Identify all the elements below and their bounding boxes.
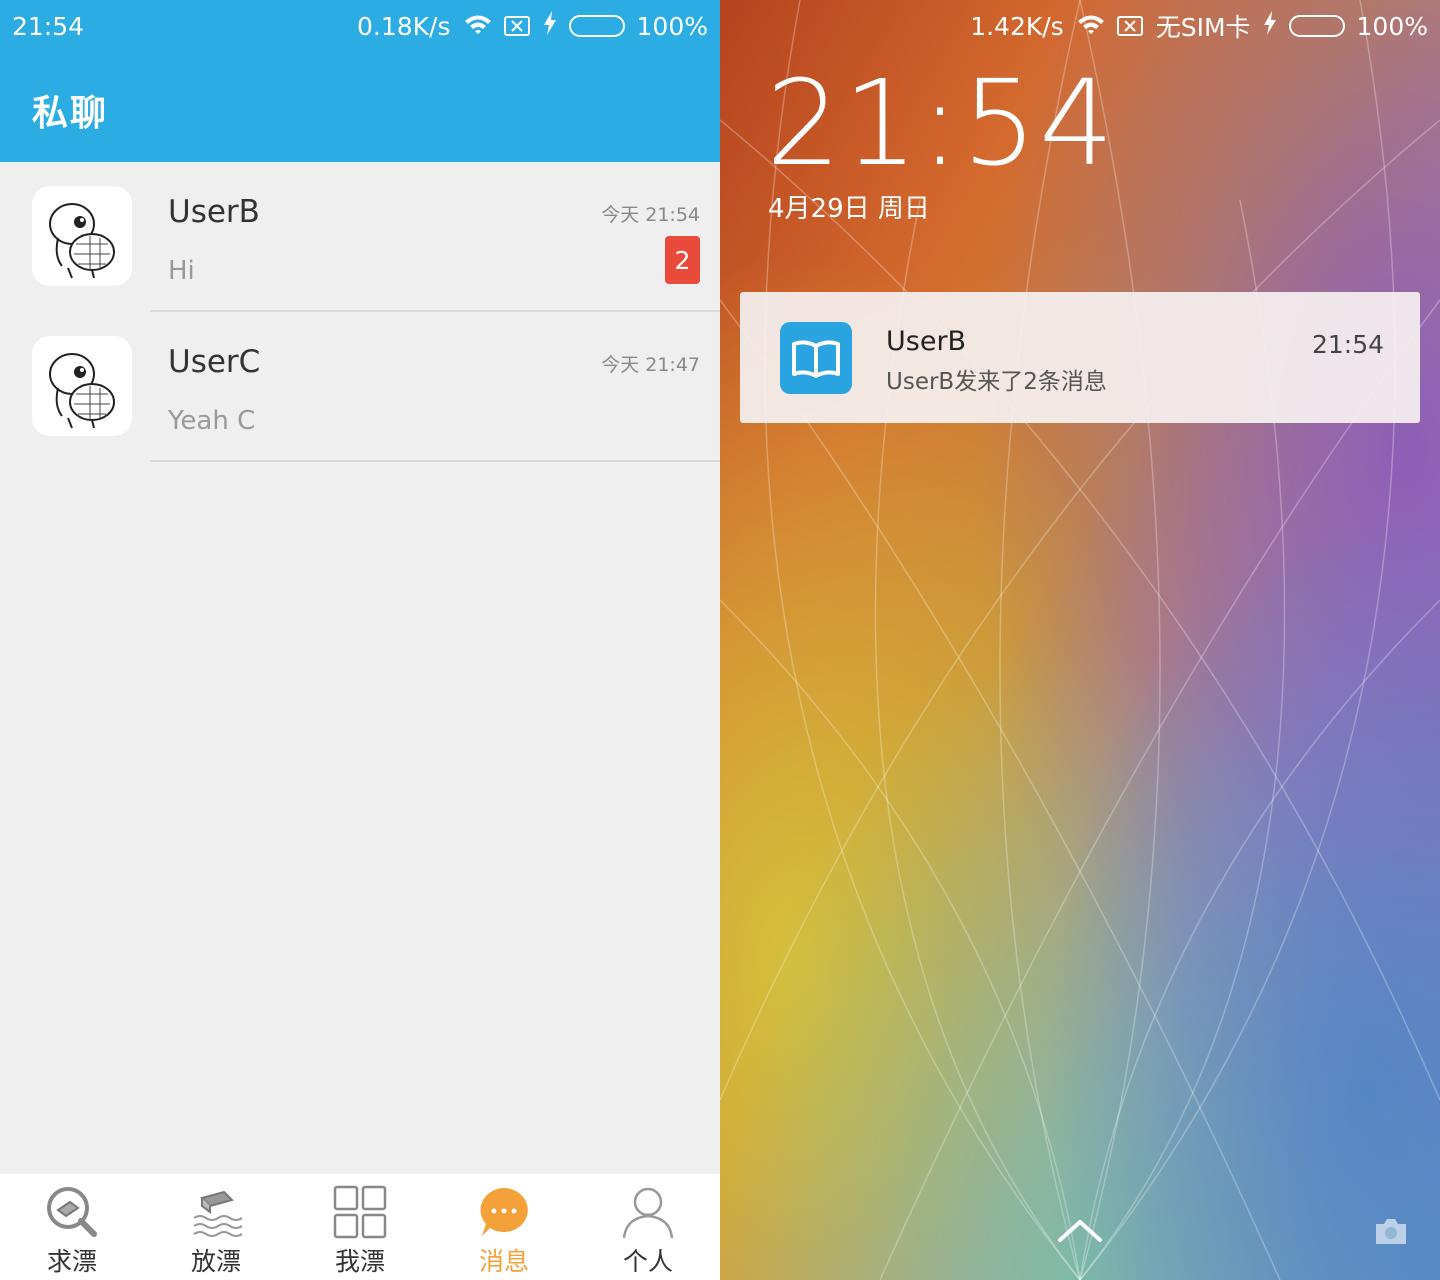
- divider: [150, 460, 720, 462]
- battery-percent: 100%: [636, 11, 708, 41]
- tab-label: 求漂: [46, 1247, 97, 1276]
- notification-card[interactable]: UserB UserB发来了2条消息 21:54: [740, 292, 1420, 423]
- network-speed: 0.18K/s: [357, 11, 451, 41]
- battery-icon: [568, 15, 625, 37]
- chat-bubble-icon: [476, 1184, 532, 1240]
- chat-timestamp: 今天 21:47: [601, 354, 700, 376]
- page-title: 私聊: [32, 93, 109, 134]
- notification-title: UserB: [886, 326, 967, 357]
- sim-status: 无SIM卡: [1155, 13, 1251, 42]
- notification-text: UserB发来了2条消息: [886, 369, 1107, 395]
- tab-release[interactable]: 放漂: [144, 1174, 288, 1280]
- chevron-up-icon[interactable]: [1058, 1216, 1102, 1244]
- chat-name: UserB: [168, 194, 260, 230]
- avatar: [32, 186, 132, 286]
- wifi-icon: [1076, 12, 1104, 40]
- chat-item-userc[interactable]: UserC Yeah C 今天 21:47: [0, 312, 720, 462]
- tab-label: 消息: [478, 1247, 529, 1276]
- chat-list: UserB Hi 今天 21:54 2 UserC Yeah C 今天 21:4…: [0, 162, 720, 462]
- no-sim-icon: [1116, 12, 1144, 40]
- lock-screen: 1.42K/s 无SIM卡 100% 21:54 4月29日 周日 UserB …: [720, 0, 1440, 1280]
- charging-icon: [543, 11, 557, 41]
- tab-mine[interactable]: 我漂: [288, 1174, 432, 1280]
- network-speed: 1.42K/s: [970, 11, 1064, 41]
- chat-preview: Hi: [168, 256, 195, 286]
- status-time: 21:54: [12, 11, 85, 41]
- grid-icon: [332, 1184, 388, 1240]
- unread-badge: 2: [665, 236, 700, 284]
- chat-list-screen: 私聊 21:54 0.18K/s 100% UserB Hi 今天 21:54 …: [0, 0, 720, 1280]
- chat-timestamp: 今天 21:54: [601, 204, 700, 226]
- avatar: [32, 336, 132, 436]
- chat-item-userb[interactable]: UserB Hi 今天 21:54 2: [0, 162, 720, 312]
- chat-preview: Yeah C: [168, 406, 256, 436]
- bottom-tab-bar: 求漂 放漂 我漂 消息 个人: [0, 1174, 720, 1280]
- search-book-icon: [44, 1184, 100, 1240]
- charging-icon: [1263, 11, 1277, 41]
- book-icon: [780, 322, 852, 394]
- tab-label: 我漂: [334, 1247, 385, 1276]
- wifi-icon: [463, 12, 491, 40]
- lock-clock: 21:54: [766, 54, 1117, 192]
- lock-date: 4月29日 周日: [768, 194, 930, 224]
- float-book-icon: [188, 1184, 244, 1240]
- turtle-avatar-icon: [49, 203, 115, 279]
- chat-name: UserC: [168, 344, 261, 380]
- notification-time: 21:54: [1311, 330, 1384, 359]
- no-sim-icon: [503, 12, 531, 40]
- tab-profile[interactable]: 个人: [576, 1174, 720, 1280]
- person-icon: [620, 1184, 676, 1240]
- battery-icon: [1288, 15, 1345, 37]
- tab-seek[interactable]: 求漂: [0, 1174, 144, 1280]
- tab-messages[interactable]: 消息: [432, 1174, 576, 1280]
- battery-percent: 100%: [1356, 11, 1428, 41]
- turtle-avatar-icon: [49, 353, 115, 429]
- tab-label: 放漂: [190, 1247, 241, 1276]
- status-bar: 1.42K/s 无SIM卡 100%: [720, 0, 1440, 52]
- tab-label: 个人: [622, 1247, 673, 1276]
- status-bar: 21:54 0.18K/s 100%: [0, 0, 720, 52]
- camera-icon[interactable]: [1374, 1216, 1408, 1246]
